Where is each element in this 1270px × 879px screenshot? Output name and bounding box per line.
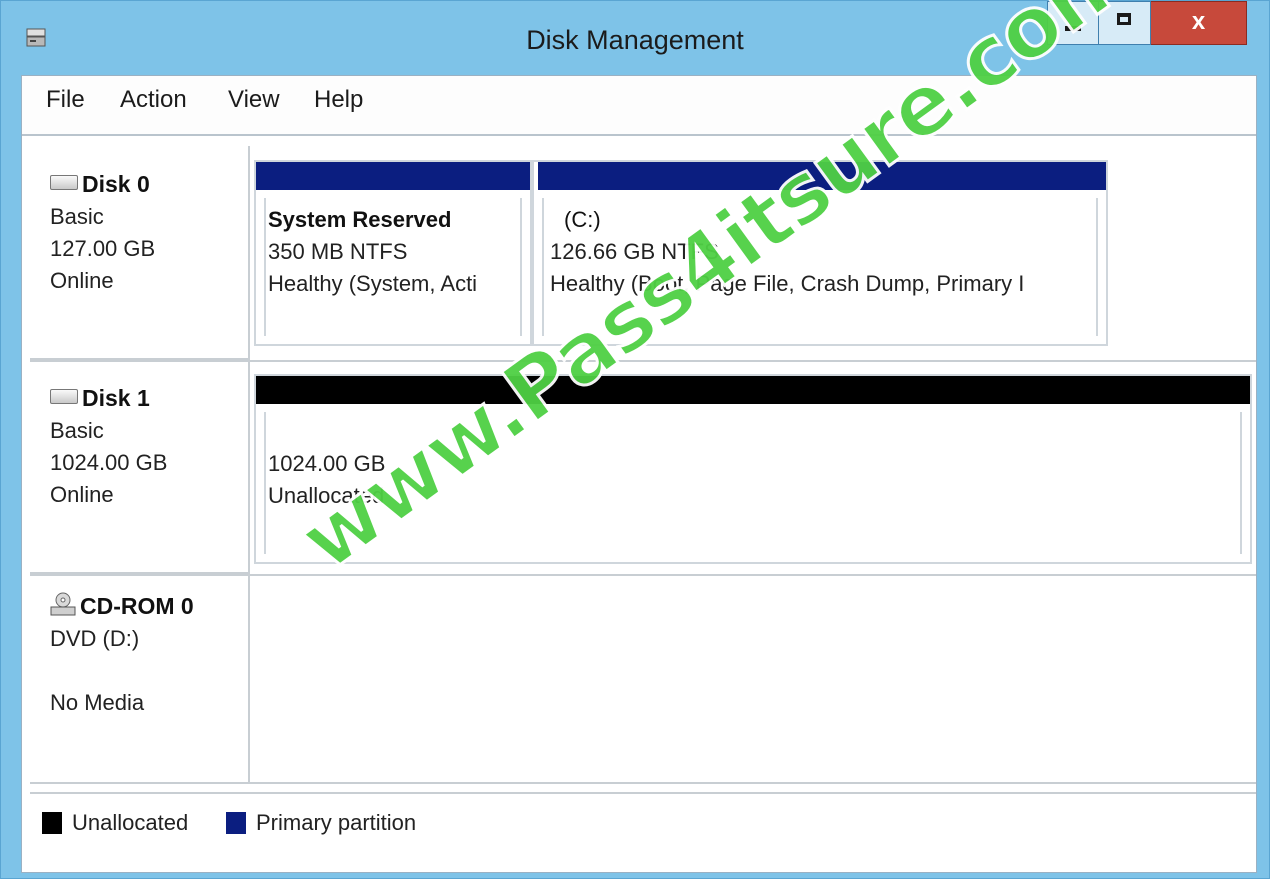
partition-status: Healthy (Boot, Page File, Crash Dump, Pr… <box>550 271 1025 296</box>
unallocated-swatch <box>42 812 62 834</box>
close-button[interactable]: x <box>1151 1 1247 45</box>
disk-status: Online <box>50 482 114 507</box>
partition-bar <box>538 162 1106 190</box>
partition-c-drive[interactable]: (C:) 126.66 GB NTFS Healthy (Boot, Page … <box>532 160 1108 346</box>
maximize-button[interactable] <box>1099 1 1151 45</box>
partition-name: (C:) <box>564 207 601 232</box>
disk-size: 127.00 GB <box>50 236 156 261</box>
disk-1-label[interactable]: Disk 1 Basic 1024.00 GB Online <box>30 362 250 574</box>
menu-view[interactable]: View <box>228 86 280 114</box>
primary-partition-swatch <box>226 812 246 834</box>
hard-disk-icon <box>50 389 78 404</box>
disk-type: Basic <box>50 418 104 443</box>
disk-status: Online <box>50 268 114 293</box>
menu-file[interactable]: File <box>46 86 85 114</box>
cd-rom-icon <box>50 592 76 616</box>
partition-info: System Reserved 350 MB NTFS Healthy (Sys… <box>268 204 518 300</box>
disk-graphical-view: Disk 0 Basic 127.00 GB Online System Res… <box>30 146 1256 850</box>
partition-bar <box>256 376 1250 404</box>
partition-frame <box>264 412 1242 554</box>
legend: Unallocated Primary partition <box>30 792 1256 850</box>
disk-management-window: Disk Management x File Action View Help … <box>0 0 1270 879</box>
partition-name: System Reserved <box>268 207 452 232</box>
disk-status: No Media <box>50 690 145 715</box>
partition-info: (C:) 126.66 GB NTFS Healthy (Boot, Page … <box>550 204 1094 300</box>
menu-help[interactable]: Help <box>314 86 363 114</box>
partition-unallocated[interactable]: 1024.00 GB Unallocated <box>254 374 1252 564</box>
menu-bar: File Action View Help <box>22 76 1256 136</box>
legend-item-unallocated: Unallocated <box>42 810 188 836</box>
legend-label: Unallocated <box>72 810 189 835</box>
partition-size: 126.66 GB NTFS <box>550 239 719 264</box>
partition-size: 350 MB NTFS <box>268 239 408 264</box>
disk-size <box>50 655 248 687</box>
title-bar[interactable]: Disk Management x <box>1 1 1269 73</box>
cd-rom-0-label[interactable]: CD-ROM 0 DVD (D:) No Media <box>30 576 250 782</box>
menu-action[interactable]: Action <box>120 86 187 114</box>
disk-name: CD-ROM 0 <box>80 593 194 619</box>
partition-system-reserved[interactable]: System Reserved 350 MB NTFS Healthy (Sys… <box>254 160 532 346</box>
minimize-icon <box>1065 26 1081 31</box>
partition-status: Unallocated <box>268 483 385 508</box>
disk-name: Disk 0 <box>82 171 150 197</box>
maximize-icon <box>1117 13 1131 25</box>
partition-bar <box>256 162 530 190</box>
partition-size: 1024.00 GB <box>268 451 386 476</box>
hard-disk-icon <box>50 175 78 190</box>
partition-status: Healthy (System, Acti <box>268 271 478 296</box>
close-icon: x <box>1191 8 1206 35</box>
legend-item-primary-partition: Primary partition <box>226 810 416 836</box>
row-separator <box>30 782 1256 784</box>
partition-info: 1024.00 GB Unallocated <box>268 448 385 512</box>
legend-label: Primary partition <box>256 810 417 835</box>
disk-0-label[interactable]: Disk 0 Basic 127.00 GB Online <box>30 146 250 360</box>
client-area: File Action View Help Disk 0 Basic 127.0… <box>21 75 1257 873</box>
disk-size: 1024.00 GB <box>50 450 168 475</box>
disk-type: DVD (D:) <box>50 626 140 651</box>
minimize-button[interactable] <box>1047 1 1099 45</box>
disk-type: Basic <box>50 204 104 229</box>
disk-name: Disk 1 <box>82 385 150 411</box>
